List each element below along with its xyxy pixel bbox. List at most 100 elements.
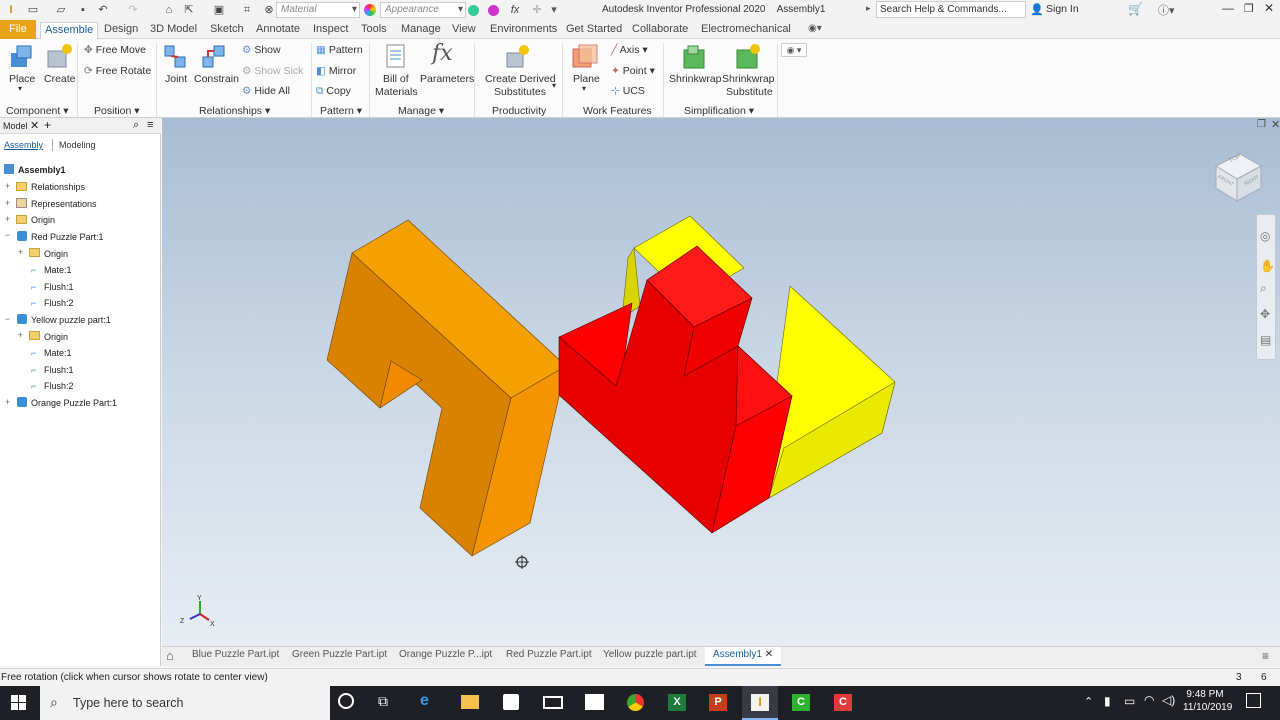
recorder-icon[interactable]: C: [834, 694, 852, 711]
tab-3d-model[interactable]: 3D Model: [146, 22, 201, 39]
tree-item-yellow-origin[interactable]: Origin: [44, 331, 68, 343]
axis-button[interactable]: ╱ Axis ▾: [611, 44, 648, 56]
chrome-icon[interactable]: [627, 694, 644, 711]
tree-item-yellow-flush2[interactable]: Flush:2: [44, 380, 74, 392]
expand-icon[interactable]: +: [3, 215, 12, 224]
tab-inspect[interactable]: Inspect: [309, 22, 352, 39]
tree-item-red-puzzle-part[interactable]: Red Puzzle Part:1: [31, 231, 104, 243]
plus-icon[interactable]: ✛: [530, 3, 544, 17]
maximize-view-icon[interactable]: ❐: [1257, 119, 1266, 130]
joint-icon[interactable]: [163, 43, 189, 71]
constrain-icon[interactable]: [200, 43, 228, 71]
expand-arrow-icon[interactable]: ▸: [866, 3, 871, 14]
close-browser-icon[interactable]: ✕: [30, 119, 39, 132]
tab-tools[interactable]: Tools: [357, 22, 391, 39]
group-pattern[interactable]: Pattern ▾: [320, 105, 362, 117]
file-explorer-icon[interactable]: [461, 695, 479, 709]
new-file-icon[interactable]: ▭: [26, 3, 40, 17]
show-hidden-icons-icon[interactable]: ⌃: [1084, 695, 1093, 708]
plane-icon[interactable]: [571, 43, 599, 71]
orange-puzzle-part[interactable]: [326, 219, 567, 557]
show-sick-button[interactable]: ⚙ Show Sick: [242, 65, 303, 77]
expand-icon[interactable]: +: [3, 199, 12, 208]
open-folder-icon[interactable]: ▱: [54, 3, 68, 17]
cart-icon[interactable]: 🛒: [1128, 2, 1143, 16]
ucs-button[interactable]: ⊹ UCS: [611, 85, 645, 97]
home-icon[interactable]: ⌂: [166, 648, 174, 663]
minimize-icon[interactable]: —: [1222, 1, 1234, 15]
windows-start-icon[interactable]: [11, 695, 31, 715]
plane-button[interactable]: Plane: [573, 73, 600, 85]
joint-button[interactable]: Joint: [165, 73, 187, 85]
red-puzzle-part[interactable]: [558, 245, 793, 534]
model-canvas[interactable]: Z X Y: [162, 118, 1280, 646]
task-view-icon[interactable]: ⧉: [378, 693, 388, 710]
tab-sketch[interactable]: Sketch: [206, 22, 248, 39]
tab-environments[interactable]: Environments: [486, 22, 561, 39]
wifi-icon[interactable]: ◠: [1144, 693, 1154, 707]
panel-options-icon[interactable]: ◉ ▾: [781, 43, 807, 57]
show-button[interactable]: ⚙ Show: [242, 44, 281, 56]
copy-button[interactable]: ⧉ Copy: [316, 85, 351, 98]
store-icon[interactable]: [503, 694, 519, 710]
add-browser-icon[interactable]: +: [44, 118, 51, 132]
shrinkwrap-button[interactable]: Shrinkwrap: [669, 73, 722, 85]
group-simplification[interactable]: Simplification ▾: [684, 105, 754, 117]
cds-line2[interactable]: Substitutes: [494, 86, 546, 98]
tree-item-relationships[interactable]: Relationships: [31, 181, 85, 193]
customize-icon[interactable]: ▾: [547, 3, 561, 17]
adjust-icon[interactable]: [468, 5, 479, 16]
collapse-icon[interactable]: −: [3, 315, 12, 324]
browser-tab-modeling[interactable]: Modeling: [59, 140, 96, 150]
tree-item-yellow-flush1[interactable]: Flush:1: [44, 364, 74, 376]
tab-file[interactable]: File: [0, 20, 36, 39]
save-icon[interactable]: ▪: [76, 3, 90, 17]
camtasia-icon[interactable]: C: [792, 694, 810, 711]
fx-parameters-icon[interactable]: fx: [432, 41, 453, 66]
doc-tab-orange-puzzle[interactable]: Orange Puzzle P...ipt: [399, 649, 492, 660]
tree-item-red-flush1[interactable]: Flush:1: [44, 281, 74, 293]
update-icon[interactable]: ▣: [212, 3, 226, 17]
sws-line2[interactable]: Substitute: [726, 86, 773, 98]
bill-of-materials-icon[interactable]: [383, 43, 409, 71]
tab-view[interactable]: View: [448, 22, 480, 39]
doc-tab-green-puzzle[interactable]: Green Puzzle Part.ipt: [292, 649, 387, 660]
measure-icon[interactable]: ⌗: [240, 3, 254, 17]
constrain-button[interactable]: Constrain: [194, 73, 239, 85]
browser-tab-assembly[interactable]: Assembly: [4, 140, 43, 150]
tab-design[interactable]: Design: [100, 22, 142, 39]
pan-icon[interactable]: ✋: [1260, 259, 1275, 273]
zoom-icon[interactable]: ⌕: [1260, 281, 1267, 296]
tab-collaborate[interactable]: Collaborate: [628, 22, 692, 39]
doc-tab-red-puzzle[interactable]: Red Puzzle Part.ipt: [506, 649, 592, 660]
doc-tab-blue-puzzle[interactable]: Blue Puzzle Part.ipt: [192, 649, 279, 660]
tree-item-yellow-mate[interactable]: Mate:1: [44, 347, 72, 359]
group-component[interactable]: Component ▾: [6, 105, 69, 117]
shrinkwrap-icon[interactable]: [681, 43, 709, 71]
free-rotate-button[interactable]: ⟳ Free Rotate: [84, 65, 151, 77]
restore-icon[interactable]: ❐: [1244, 2, 1254, 15]
close-window-icon[interactable]: ✕: [1264, 1, 1274, 15]
look-at-icon[interactable]: ▤: [1260, 333, 1271, 347]
tree-item-red-mate[interactable]: Mate:1: [44, 264, 72, 276]
appearance-combo[interactable]: Appearance ▾: [380, 2, 466, 18]
expand-icon[interactable]: +: [3, 182, 12, 191]
doc-tab-assembly1[interactable]: Assembly1 ✕: [705, 647, 782, 666]
group-manage[interactable]: Manage ▾: [398, 105, 444, 117]
photos-icon[interactable]: [585, 694, 604, 710]
bom-line1[interactable]: Bill of: [383, 73, 409, 85]
parameters-button[interactable]: Parameters: [420, 73, 474, 85]
tree-item-representations[interactable]: Representations: [31, 198, 97, 210]
group-relationships[interactable]: Relationships ▾: [199, 105, 270, 117]
usb-icon[interactable]: ▮: [1104, 694, 1111, 708]
taskbar-search-box[interactable]: ⌕ Type here to search: [40, 686, 330, 720]
expand-icon[interactable]: +: [3, 398, 12, 407]
point-button[interactable]: ✦ Point ▾: [611, 65, 655, 77]
tab-electromechanical[interactable]: Electromechanical: [697, 22, 795, 39]
select-icon[interactable]: ⇱: [182, 3, 196, 17]
search-help-input[interactable]: Search Help & Commands...: [876, 1, 1026, 18]
group-productivity[interactable]: Productivity: [492, 105, 546, 117]
home-icon[interactable]: ⌂: [162, 3, 176, 17]
clock[interactable]: 9:48 PM 11/10/2019: [1183, 689, 1232, 713]
tree-item-red-origin[interactable]: Origin: [44, 248, 68, 260]
